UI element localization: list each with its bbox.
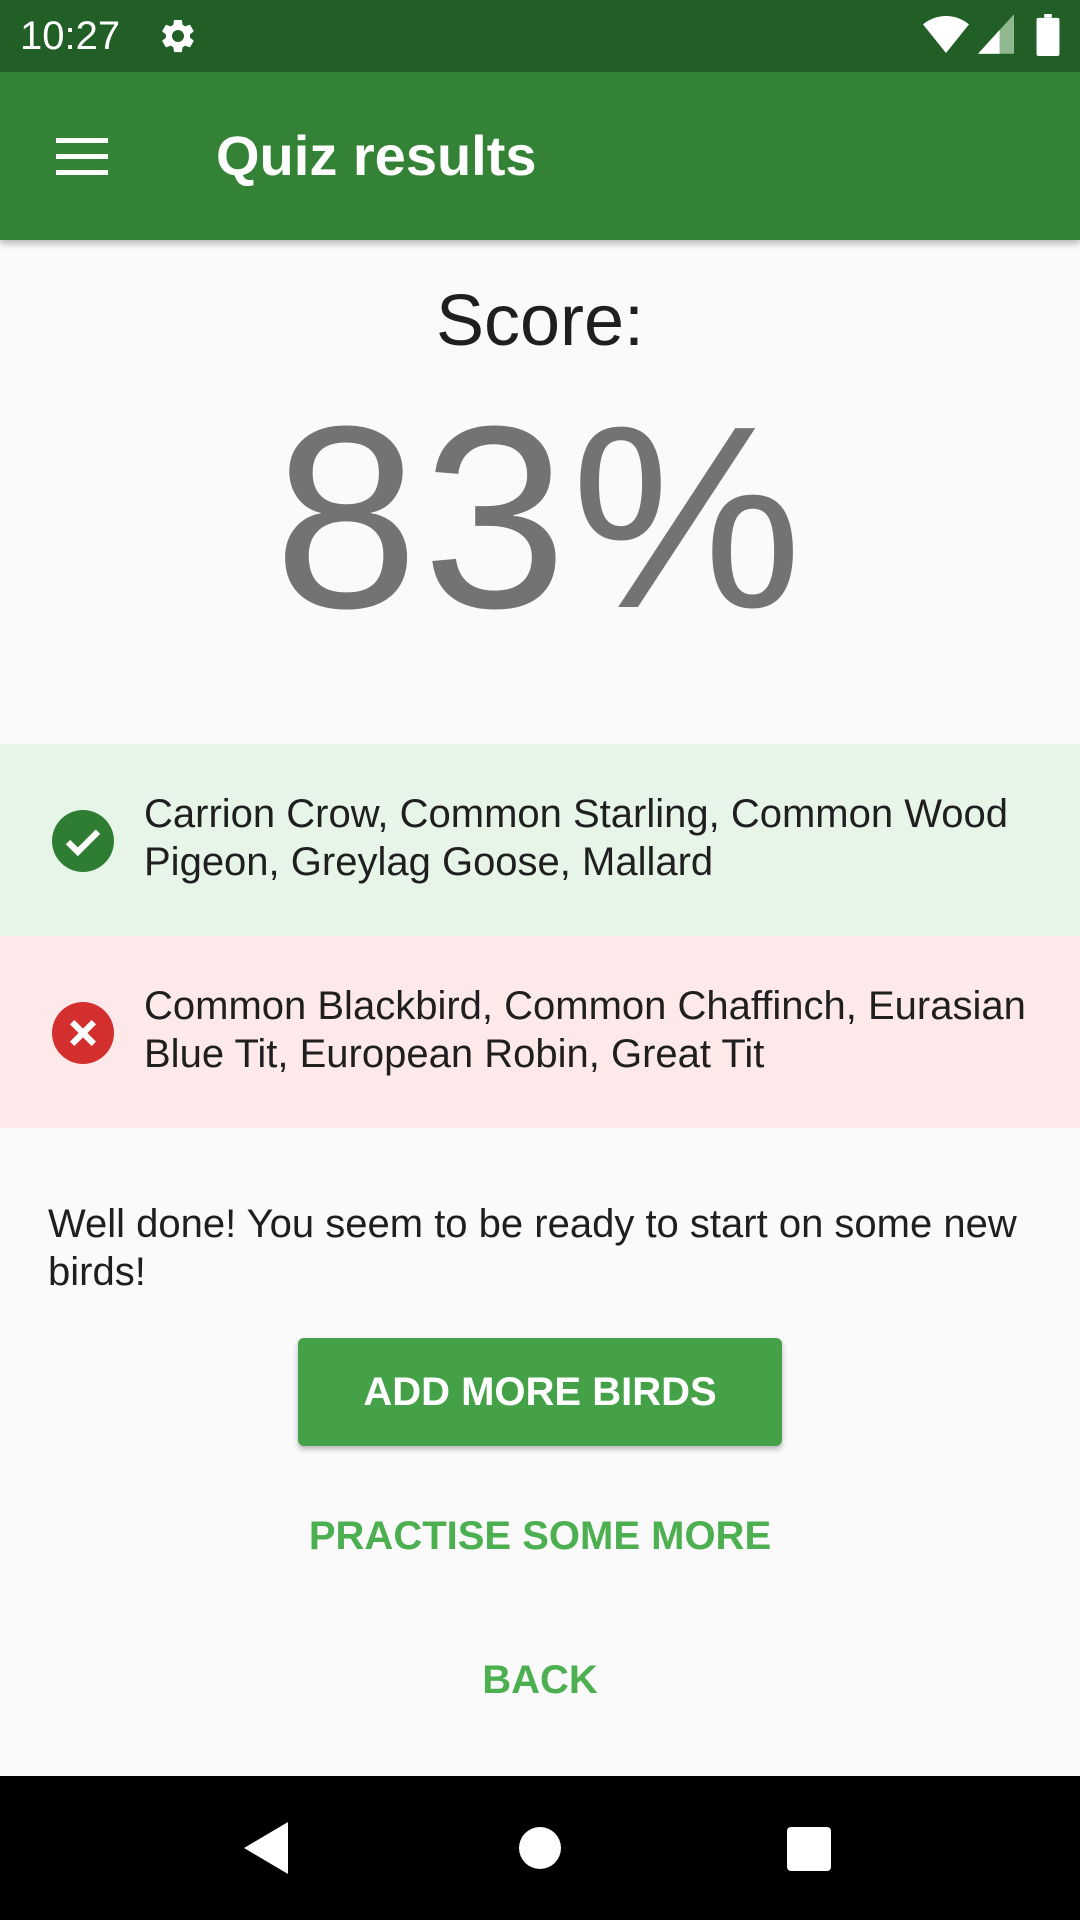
page-title: Quiz results [216, 124, 537, 187]
recents-square-icon[interactable] [786, 1826, 832, 1872]
check-circle-icon [52, 810, 114, 872]
wifi-icon [923, 16, 969, 53]
menu-icon[interactable] [52, 130, 116, 182]
gear-icon [162, 19, 194, 53]
score-label: Score: [435, 281, 645, 361]
score-value: 83% [273, 373, 807, 663]
correct-answers-panel: Carrion Crow, Common Starling, Common Wo… [0, 744, 1080, 936]
back-triangle-icon[interactable] [242, 1820, 290, 1876]
back-button[interactable]: BACK [0, 1630, 1080, 1730]
wrong-birds-list: Common Blackbird, Common Chaffinch, Eura… [144, 984, 1026, 1076]
result-message: Well done! You seem to be ready to start… [48, 1202, 1017, 1294]
status-time: 10:27 [20, 14, 121, 58]
signal-icon [978, 14, 1014, 54]
wrong-answers-panel: Common Blackbird, Common Chaffinch, Eura… [0, 936, 1080, 1128]
home-circle-icon[interactable] [518, 1826, 562, 1870]
status-bar: 10:27 [0, 0, 1080, 72]
practise-some-more-button[interactable]: PRACTISE SOME MORE [0, 1486, 1080, 1586]
app-bar: Quiz results [0, 72, 1080, 240]
cross-circle-icon [52, 1002, 114, 1064]
add-more-birds-button[interactable]: ADD MORE BIRDS [298, 1338, 782, 1446]
navigation-bar [0, 1776, 1080, 1920]
battery-icon [1036, 14, 1060, 56]
correct-birds-list: Carrion Crow, Common Starling, Common Wo… [144, 792, 1009, 884]
